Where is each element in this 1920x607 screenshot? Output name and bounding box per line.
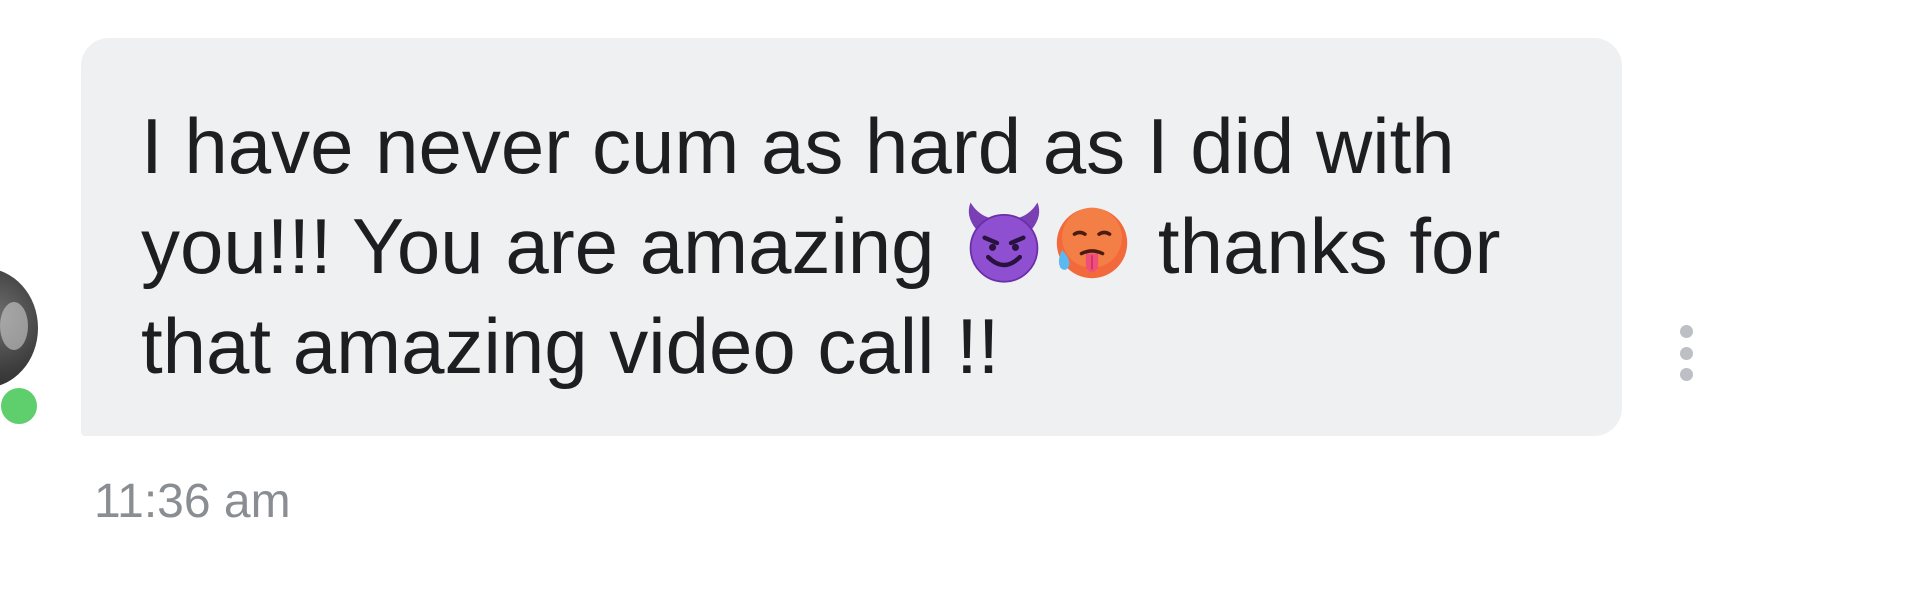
avatar-photo-detail bbox=[0, 302, 28, 350]
cropped-previous-message bbox=[960, 0, 974, 34]
message-text: I have never cum as hard as I did with y… bbox=[141, 96, 1581, 396]
message-line-3: that amazing video call !! bbox=[141, 302, 1000, 390]
message-timestamp: 11:36 am bbox=[94, 475, 291, 528]
options-dot bbox=[1679, 325, 1693, 338]
online-status-indicator bbox=[0, 383, 42, 429]
message-line-2-start: you!!! You are amazing bbox=[141, 202, 935, 290]
message-line-1: I have never cum as hard as I did with bbox=[141, 102, 1455, 190]
message-line-2-end: thanks for bbox=[1157, 202, 1501, 290]
message-bubble[interactable]: I have never cum as hard as I did with y… bbox=[81, 38, 1622, 436]
message-options-button[interactable] bbox=[1668, 325, 1704, 381]
options-dot bbox=[1679, 368, 1693, 381]
avatar[interactable] bbox=[0, 268, 38, 388]
options-dot bbox=[1679, 346, 1693, 360]
hot-face-icon bbox=[1057, 207, 1128, 279]
smiling-devil-icon bbox=[969, 202, 1040, 283]
